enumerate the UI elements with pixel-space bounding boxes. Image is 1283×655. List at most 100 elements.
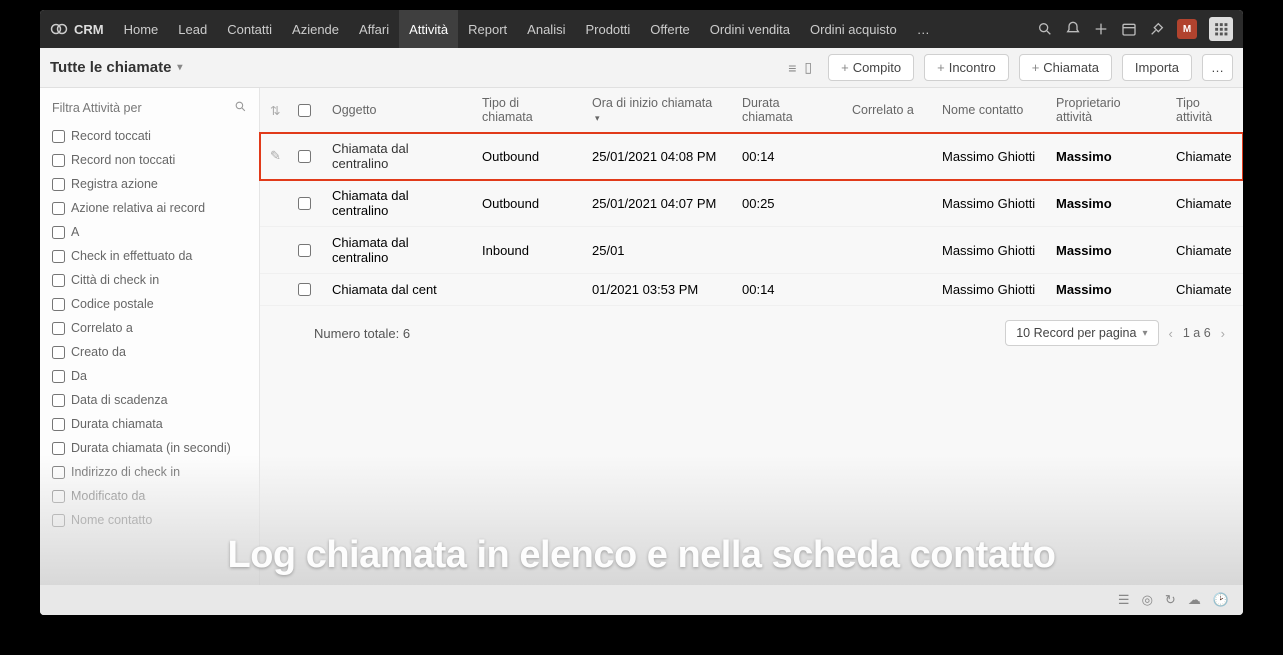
- col-contatto[interactable]: Nome contatto: [932, 95, 1046, 125]
- filter-item[interactable]: Indirizzo di check in: [40, 460, 259, 484]
- nav-attivita[interactable]: Attività: [399, 10, 458, 48]
- cell-tipo: Outbound: [472, 188, 582, 219]
- filter-item[interactable]: Data di scadenza: [40, 388, 259, 412]
- more-actions-button[interactable]: …: [1202, 54, 1233, 81]
- filter-checkbox[interactable]: [52, 466, 65, 479]
- filter-item[interactable]: Modificato da: [40, 484, 259, 508]
- col-correlato[interactable]: Correlato a: [842, 95, 932, 125]
- nav-prodotti[interactable]: Prodotti: [575, 10, 640, 48]
- nav-home[interactable]: Home: [114, 10, 169, 48]
- filter-checkbox[interactable]: [52, 226, 65, 239]
- table-row[interactable]: Chiamata dal cent01/2021 03:53 PM00:14Ma…: [260, 274, 1243, 306]
- nav-offerte[interactable]: Offerte: [640, 10, 700, 48]
- filter-checkbox[interactable]: [52, 370, 65, 383]
- new-compito-button[interactable]: +Compito: [828, 54, 914, 81]
- bell-icon[interactable]: [1065, 21, 1081, 37]
- filter-item[interactable]: Durata chiamata: [40, 412, 259, 436]
- table-row[interactable]: Chiamata dal centralinoInbound25/01Massi…: [260, 227, 1243, 274]
- nav-ordinivendita[interactable]: Ordini vendita: [700, 10, 800, 48]
- view-selector[interactable]: Tutte le chiamate ▾: [50, 59, 182, 76]
- filter-checkbox[interactable]: [52, 346, 65, 359]
- filter-checkbox[interactable]: [52, 178, 65, 191]
- edit-icon[interactable]: [260, 195, 288, 211]
- tray-icon[interactable]: ◎: [1142, 592, 1153, 608]
- filter-item[interactable]: Codice postale: [40, 292, 259, 316]
- edit-icon[interactable]: ✎: [260, 140, 288, 172]
- plus-icon[interactable]: [1093, 21, 1109, 37]
- row-checkbox[interactable]: [298, 244, 311, 257]
- tray-icon[interactable]: ☰: [1118, 592, 1130, 608]
- col-oggetto[interactable]: Oggetto: [322, 95, 472, 125]
- filter-item[interactable]: Record non toccati: [40, 148, 259, 172]
- filter-item[interactable]: Check in effettuato da: [40, 244, 259, 268]
- nav-lead[interactable]: Lead: [168, 10, 217, 48]
- filter-checkbox[interactable]: [52, 298, 65, 311]
- filter-checkbox[interactable]: [52, 202, 65, 215]
- filter-item[interactable]: Città di check in: [40, 268, 259, 292]
- col-tipo[interactable]: Tipo di chiamata: [472, 88, 582, 132]
- table-row[interactable]: Chiamata dal centralinoOutbound25/01/202…: [260, 180, 1243, 227]
- filter-item[interactable]: Da: [40, 364, 259, 388]
- filter-label: Durata chiamata: [71, 417, 163, 431]
- avatar[interactable]: M: [1177, 19, 1197, 39]
- filter-label: Durata chiamata (in secondi): [71, 441, 231, 455]
- search-icon[interactable]: [1037, 21, 1053, 37]
- filter-checkbox[interactable]: [52, 490, 65, 503]
- filter-checkbox[interactable]: [52, 322, 65, 335]
- nav-ordiniacquisto[interactable]: Ordini acquisto: [800, 10, 907, 48]
- filter-checkbox[interactable]: [52, 394, 65, 407]
- col-tipoatt[interactable]: Tipo attività: [1166, 88, 1236, 132]
- edit-icon[interactable]: [260, 242, 288, 258]
- calendar-icon[interactable]: [1121, 21, 1137, 37]
- tray-icon[interactable]: ☁: [1188, 592, 1201, 608]
- filter-item[interactable]: A: [40, 220, 259, 244]
- sidebar-search-icon[interactable]: [234, 100, 247, 116]
- col-durata[interactable]: Durata chiamata: [732, 88, 842, 132]
- cell-ora: 25/01/2021 04:08 PM: [582, 141, 732, 172]
- row-checkbox[interactable]: [298, 150, 311, 163]
- nav-analisi[interactable]: Analisi: [517, 10, 575, 48]
- filter-checkbox[interactable]: [52, 154, 65, 167]
- new-incontro-button[interactable]: +Incontro: [924, 54, 1009, 81]
- next-page-button[interactable]: ›: [1221, 326, 1225, 341]
- tools-icon[interactable]: [1149, 21, 1165, 37]
- select-all-checkbox[interactable]: [298, 104, 311, 117]
- tray-icon[interactable]: 🕑: [1213, 592, 1229, 608]
- tray-icon[interactable]: ↻: [1165, 592, 1176, 608]
- filter-item[interactable]: Correlato a: [40, 316, 259, 340]
- main-table-area: ⇅ OggettoTipo di chiamataOra di inizio ch…: [260, 88, 1243, 615]
- filter-item[interactable]: Azione relativa ai record: [40, 196, 259, 220]
- nav-aziende[interactable]: Aziende: [282, 10, 349, 48]
- nav-report[interactable]: Report: [458, 10, 517, 48]
- filter-item[interactable]: Registra azione: [40, 172, 259, 196]
- new-chiamata-button[interactable]: +Chiamata: [1019, 54, 1112, 81]
- brand[interactable]: CRM: [50, 20, 104, 38]
- prev-page-button[interactable]: ‹: [1169, 326, 1173, 341]
- nav-more[interactable]: …: [907, 10, 940, 48]
- chevron-down-icon: ▾: [177, 62, 182, 73]
- col-ora[interactable]: Ora di inizio chiamata ▾: [582, 88, 732, 132]
- kanban-view-icon[interactable]: ▯: [804, 59, 812, 76]
- col-owner[interactable]: Proprietario attività: [1046, 88, 1166, 132]
- filter-checkbox[interactable]: [52, 442, 65, 455]
- filter-item[interactable]: Durata chiamata (in secondi): [40, 436, 259, 460]
- col-sort-icon[interactable]: ⇅: [260, 95, 288, 126]
- nav-contatti[interactable]: Contatti: [217, 10, 282, 48]
- apps-grid-icon[interactable]: [1209, 17, 1233, 41]
- row-checkbox[interactable]: [298, 283, 311, 296]
- row-checkbox[interactable]: [298, 197, 311, 210]
- nav-affari[interactable]: Affari: [349, 10, 399, 48]
- table-row[interactable]: ✎Chiamata dal centralinoOutbound25/01/20…: [260, 133, 1243, 180]
- filter-checkbox[interactable]: [52, 418, 65, 431]
- filter-item[interactable]: Nome contatto: [40, 508, 259, 532]
- list-view-icon[interactable]: ≡: [788, 60, 796, 76]
- filter-checkbox[interactable]: [52, 274, 65, 287]
- filter-item[interactable]: Record toccati: [40, 124, 259, 148]
- filter-checkbox[interactable]: [52, 130, 65, 143]
- edit-icon[interactable]: [260, 282, 288, 298]
- importa-button[interactable]: Importa: [1122, 54, 1192, 81]
- filter-item[interactable]: Creato da: [40, 340, 259, 364]
- filter-checkbox[interactable]: [52, 514, 65, 527]
- filter-checkbox[interactable]: [52, 250, 65, 263]
- per-page-select[interactable]: 10 Record per pagina ▾: [1005, 320, 1158, 346]
